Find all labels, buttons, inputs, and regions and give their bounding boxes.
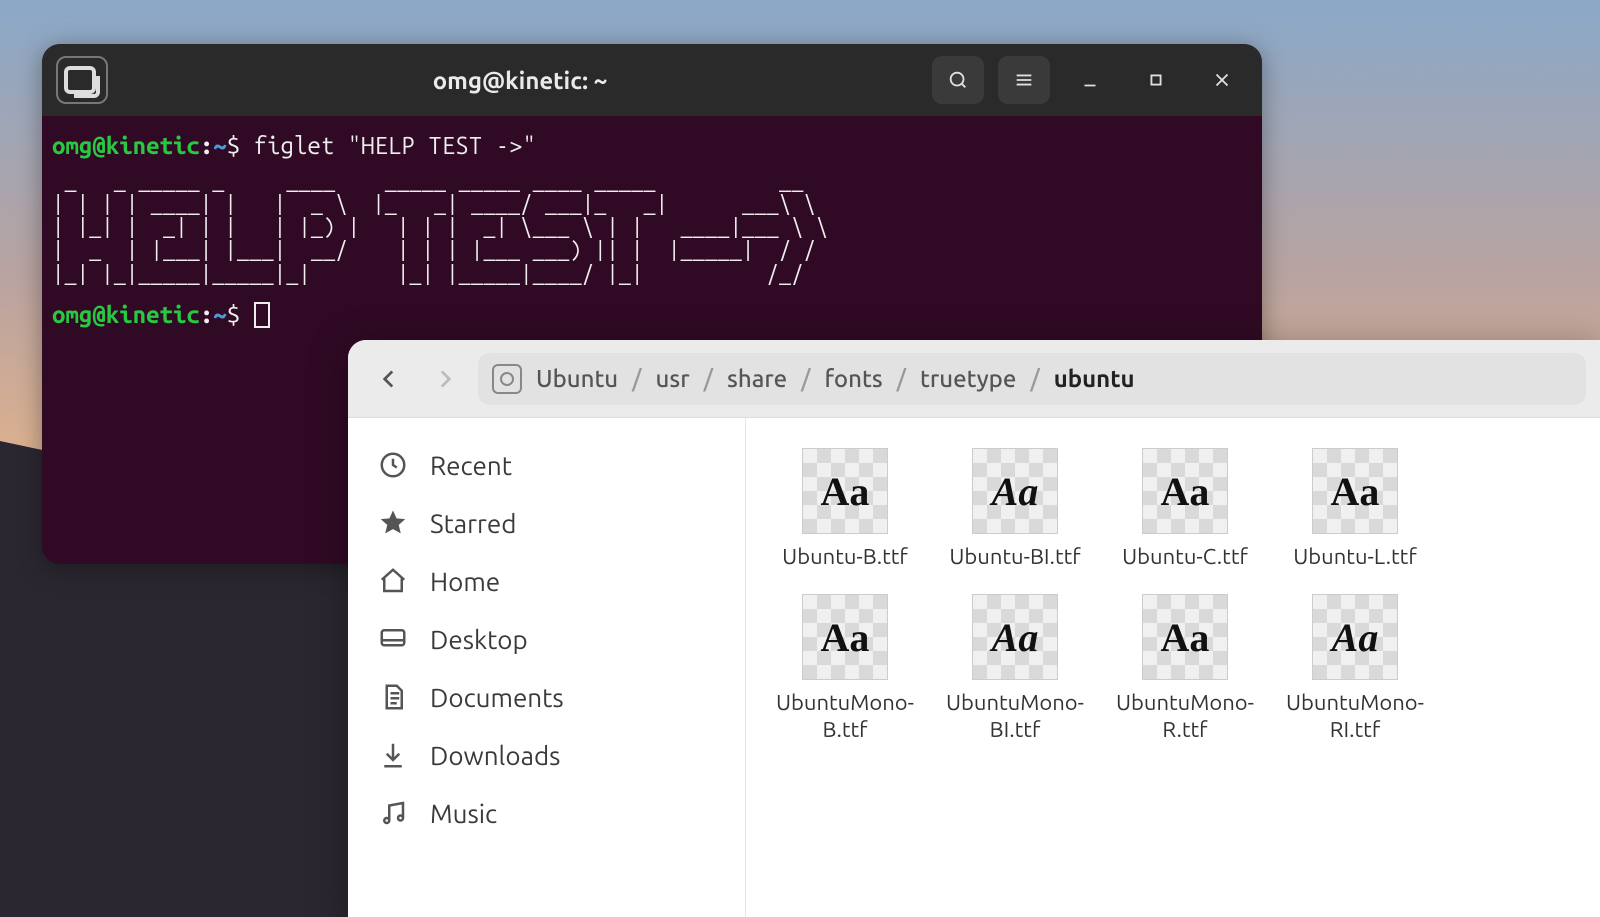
download-icon: [378, 740, 408, 770]
prompt-user: omg@kinetic: [52, 132, 200, 159]
search-button[interactable]: [932, 56, 984, 104]
sidebar-item-label: Documents: [430, 683, 564, 712]
music-icon: [378, 798, 408, 828]
nav-forward-button[interactable]: [422, 356, 468, 402]
file-name: Ubuntu-B.ttf: [782, 544, 908, 570]
breadcrumb-separator-icon: /: [1030, 365, 1039, 392]
file-name: Ubuntu-BI.ttf: [949, 544, 1080, 570]
sidebar-item-music[interactable]: Music: [348, 784, 745, 842]
sidebar-item-documents[interactable]: Documents: [348, 668, 745, 726]
file-name: Ubuntu-L.ttf: [1293, 544, 1416, 570]
breadcrumb-separator-icon: /: [801, 365, 810, 392]
files-headerbar: Ubuntu / usr / share / fonts / truetype …: [348, 340, 1600, 418]
font-thumbnail-icon: Aa: [802, 448, 888, 534]
sidebar-item-starred[interactable]: Starred: [348, 494, 745, 552]
sidebar-item-label: Recent: [430, 451, 512, 480]
maximize-button[interactable]: [1130, 56, 1182, 104]
font-thumbnail-icon: Aa: [972, 594, 1058, 680]
file-name: UbuntuMono-RI.ttf: [1273, 690, 1437, 743]
file-name: UbuntuMono-R.ttf: [1103, 690, 1267, 743]
files-icon-view[interactable]: Aa Ubuntu-B.ttf Aa Ubuntu-BI.ttf Aa Ubuntu-C.…: [746, 418, 1600, 917]
breadcrumb-separator-icon: /: [704, 365, 713, 392]
file-item[interactable]: Aa Ubuntu-L.ttf: [1270, 448, 1440, 570]
close-button[interactable]: [1196, 56, 1248, 104]
sidebar-item-label: Starred: [430, 509, 516, 538]
file-name: UbuntuMono-BI.ttf: [933, 690, 1097, 743]
breadcrumb-segment[interactable]: fonts: [825, 365, 883, 392]
sidebar-item-label: Desktop: [430, 625, 528, 654]
file-item[interactable]: Aa UbuntuMono-R.ttf: [1100, 594, 1270, 743]
files-sidebar: Recent Starred Home Desktop Documents Do…: [348, 418, 746, 917]
disk-icon: [492, 364, 522, 394]
sidebar-item-downloads[interactable]: Downloads: [348, 726, 745, 784]
terminal-titlebar: omg@kinetic: ~: [42, 44, 1262, 116]
home-icon: [378, 566, 408, 596]
sidebar-item-home[interactable]: Home: [348, 552, 745, 610]
sidebar-item-label: Downloads: [430, 741, 560, 770]
files-window: Ubuntu / usr / share / fonts / truetype …: [348, 340, 1600, 917]
terminal-title: omg@kinetic: ~: [122, 67, 918, 94]
file-item[interactable]: Aa Ubuntu-C.ttf: [1100, 448, 1270, 570]
file-item[interactable]: Aa UbuntuMono-RI.ttf: [1270, 594, 1440, 743]
font-thumbnail-icon: Aa: [1312, 594, 1398, 680]
recent-icon: [378, 450, 408, 480]
font-thumbnail-icon: Aa: [972, 448, 1058, 534]
breadcrumb-separator-icon: /: [897, 365, 906, 392]
breadcrumb-segment[interactable]: ubuntu: [1054, 365, 1135, 392]
file-name: Ubuntu-C.ttf: [1122, 544, 1248, 570]
breadcrumb-segment[interactable]: usr: [656, 365, 690, 392]
font-thumbnail-icon: Aa: [1142, 594, 1228, 680]
minimize-button[interactable]: [1064, 56, 1116, 104]
prompt-path: ~: [213, 132, 226, 159]
prompt-symbol: $: [227, 132, 240, 159]
sidebar-item-desktop[interactable]: Desktop: [348, 610, 745, 668]
star-icon: [378, 508, 408, 538]
sidebar-item-label: Home: [430, 567, 500, 596]
file-item[interactable]: Aa Ubuntu-B.ttf: [760, 448, 930, 570]
path-bar[interactable]: Ubuntu / usr / share / fonts / truetype …: [478, 353, 1586, 405]
sidebar-item-label: Music: [430, 799, 497, 828]
cursor-icon: [254, 302, 270, 328]
file-item[interactable]: Aa UbuntuMono-B.ttf: [760, 594, 930, 743]
figlet-output: _ _ _____ _ ____ _____ _____ ____ _____ …: [52, 169, 1252, 284]
command-text: figlet "HELP TEST ->": [254, 132, 536, 159]
sidebar-item-recent[interactable]: Recent: [348, 436, 745, 494]
new-tab-button[interactable]: [56, 56, 108, 104]
font-thumbnail-icon: Aa: [1142, 448, 1228, 534]
breadcrumb-separator-icon: /: [632, 365, 641, 392]
document-icon: [378, 682, 408, 712]
desktop-icon: [378, 624, 408, 654]
breadcrumb-segment[interactable]: share: [727, 365, 787, 392]
nav-back-button[interactable]: [366, 356, 412, 402]
file-item[interactable]: Aa Ubuntu-BI.ttf: [930, 448, 1100, 570]
hamburger-menu-button[interactable]: [998, 56, 1050, 104]
file-name: UbuntuMono-B.ttf: [763, 690, 927, 743]
font-thumbnail-icon: Aa: [802, 594, 888, 680]
breadcrumb-segment[interactable]: truetype: [920, 365, 1016, 392]
font-thumbnail-icon: Aa: [1312, 448, 1398, 534]
file-item[interactable]: Aa UbuntuMono-BI.ttf: [930, 594, 1100, 743]
breadcrumb-segment[interactable]: Ubuntu: [536, 365, 618, 392]
